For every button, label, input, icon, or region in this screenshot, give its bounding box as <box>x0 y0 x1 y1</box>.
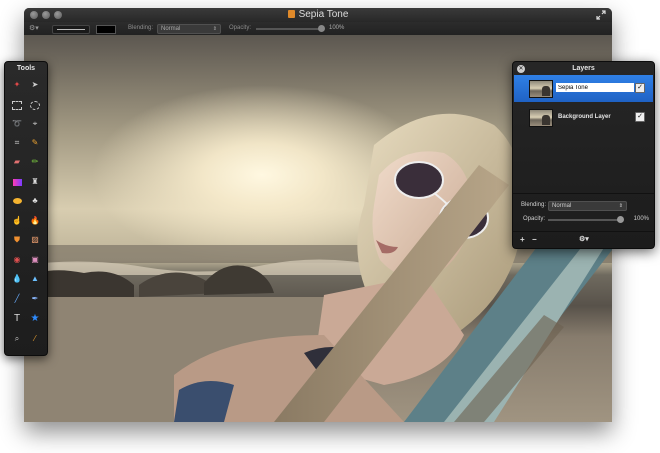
opacity-slider[interactable] <box>256 28 320 30</box>
layer-thumbnail <box>529 80 553 98</box>
type-icon[interactable]: T <box>9 311 25 327</box>
chevron-updown-icon: ⇕ <box>212 26 217 32</box>
magic-wand-icon[interactable]: ✦ <box>9 77 25 93</box>
opacity-value: 100% <box>329 25 345 31</box>
layers-panel: ✕ Layers ✓ Background Layer ✓ Blending: … <box>512 61 655 249</box>
chevron-updown-icon: ⇕ <box>618 203 623 209</box>
drop-icon[interactable]: 💧 <box>9 271 25 287</box>
layer-name-field[interactable] <box>556 83 634 92</box>
sharpen-icon[interactable]: ▲ <box>27 271 43 287</box>
options-gear-icon[interactable]: ⚙▾ <box>29 24 39 33</box>
paint-bucket-icon[interactable]: ♜ <box>27 174 43 190</box>
zoom-icon[interactable]: ⌕ <box>9 331 25 347</box>
layer-name: Background Layer <box>558 114 611 120</box>
stamp-icon[interactable]: ⛊ <box>9 232 25 248</box>
window-title: Sepia Tone <box>298 9 349 20</box>
rect-marquee-icon[interactable] <box>9 97 25 113</box>
layer-opacity-slider[interactable] <box>548 219 620 221</box>
divider <box>513 231 654 232</box>
red-eye-icon[interactable]: ◉ <box>9 252 25 268</box>
tools-panel: Tools ✦ ➤ ➰ ⌖ ⌗ ✎ ▰ ✏ ♜ ♣ ☝ 🔥 ⛊ ▨ ◉ ▣ 💧 … <box>4 61 48 356</box>
divider <box>513 193 654 194</box>
star-shape-icon[interactable]: ★ <box>27 311 43 327</box>
layer-blending-label: Blending: <box>521 202 547 208</box>
layer-settings-gear-icon[interactable]: ⚙▾ <box>579 235 589 243</box>
pencil-icon[interactable]: ✏ <box>27 154 43 170</box>
burn-icon[interactable]: 🔥 <box>27 213 43 229</box>
blending-select[interactable]: Normal ⇕ <box>157 24 221 34</box>
title-bar: Sepia Tone <box>24 8 612 22</box>
layer-blending-select[interactable]: Normal ⇕ <box>548 201 627 211</box>
layer-opacity-value: 100% <box>633 216 649 222</box>
layer-row-background[interactable]: Background Layer ✓ <box>514 104 653 131</box>
eyedropper-icon[interactable]: ✎ <box>27 135 43 151</box>
tools-panel-title: Tools <box>16 65 36 72</box>
ellipse-marquee-icon[interactable] <box>27 97 43 113</box>
fullscreen-icon[interactable] <box>596 10 606 20</box>
color-picker-icon[interactable]: ⁄ <box>27 331 43 347</box>
bandage-icon[interactable]: ▨ <box>27 232 43 248</box>
layer-row-sepia-tone[interactable]: ✓ <box>514 75 653 102</box>
pen-icon[interactable]: ✒ <box>27 291 43 307</box>
opacity-slider-knob[interactable] <box>318 25 325 32</box>
crop-icon[interactable]: ⌗ <box>9 135 25 151</box>
eraser-icon[interactable]: ▰ <box>9 154 25 170</box>
document-icon <box>287 10 295 18</box>
window-title-wrap: Sepia Tone <box>24 9 612 21</box>
lasso-icon[interactable]: ➰ <box>9 116 25 132</box>
layer-opacity-knob[interactable] <box>617 216 624 223</box>
pointer-icon[interactable]: ➤ <box>27 77 43 93</box>
polygon-lasso-icon[interactable]: ⌖ <box>27 116 43 132</box>
clone-stamp-icon[interactable]: ♣ <box>27 193 43 209</box>
layer-visibility-checkbox[interactable]: ✓ <box>635 112 645 122</box>
gradient-icon[interactable] <box>9 174 25 190</box>
blending-label: Blending: <box>128 25 154 31</box>
blending-select-value: Normal <box>161 26 181 32</box>
add-layer-button[interactable]: + <box>520 235 525 244</box>
opacity-label: Opacity: <box>229 25 252 31</box>
foreground-color-swatch[interactable] <box>96 25 116 34</box>
brush-icon[interactable] <box>9 193 25 209</box>
remove-layer-button[interactable]: − <box>532 235 537 244</box>
sponge-icon[interactable]: ▣ <box>27 252 43 268</box>
tool-options-bar: ⚙▾ Blending: Normal ⇕ Opacity: 100% <box>24 22 612 36</box>
brush-preview[interactable] <box>52 25 90 34</box>
layer-visibility-checkbox[interactable]: ✓ <box>635 83 645 93</box>
layer-thumbnail <box>529 109 553 127</box>
smudge-icon[interactable]: ☝ <box>9 213 25 229</box>
layer-blending-value: Normal <box>552 203 572 209</box>
layer-opacity-label: Opacity: <box>523 216 546 222</box>
line-icon[interactable]: ╱ <box>9 291 25 307</box>
layers-panel-title: Layers <box>572 65 595 72</box>
